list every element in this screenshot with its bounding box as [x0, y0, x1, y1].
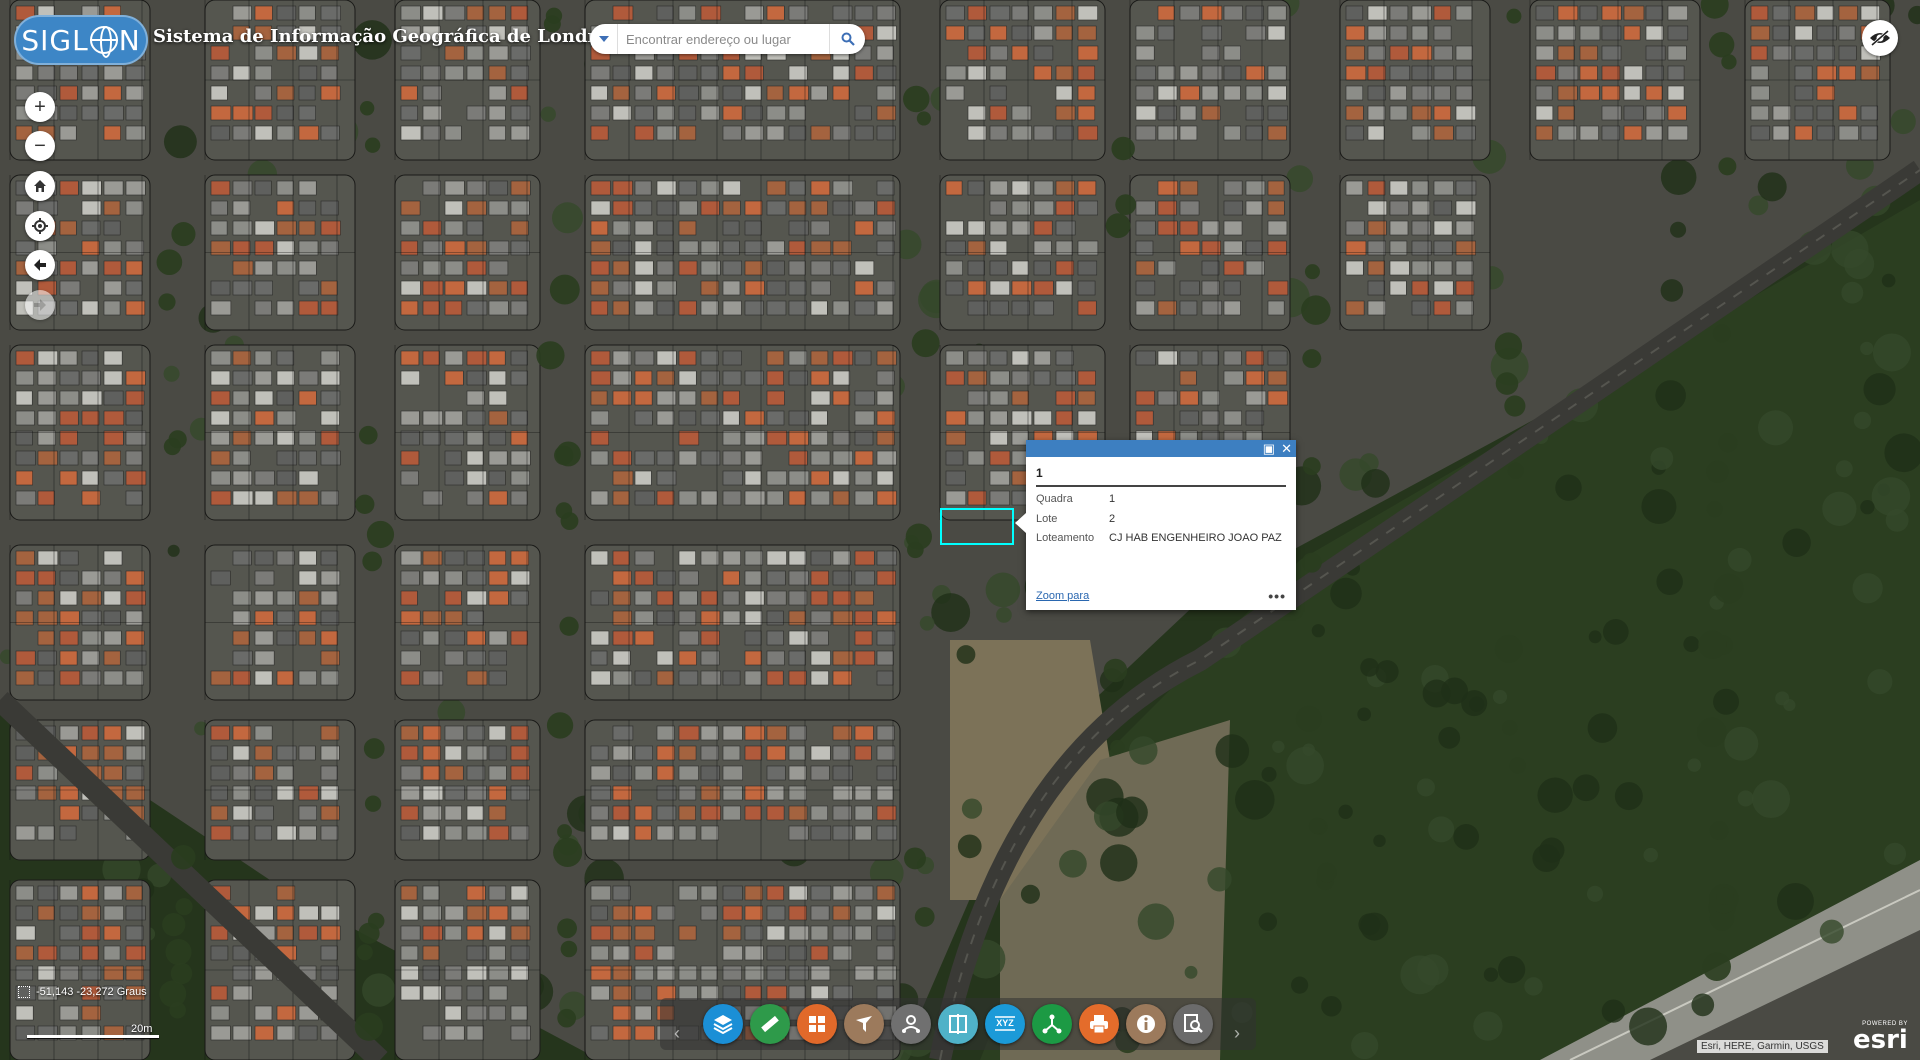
- basemap-gallery-tool[interactable]: [797, 1004, 837, 1044]
- attribute-label: Loteamento: [1036, 532, 1095, 545]
- arrow-left-icon: [34, 259, 46, 271]
- zoom-doc-icon: [1184, 1014, 1203, 1033]
- ruler-icon: [761, 1015, 779, 1033]
- attribute-value: 2: [1109, 512, 1116, 525]
- info-icon: [1137, 1015, 1155, 1033]
- toggle-visibility-button[interactable]: [1862, 20, 1898, 56]
- eye-slash-icon: [1870, 30, 1890, 46]
- maximize-icon[interactable]: ▣: [1263, 442, 1275, 455]
- zoom-in-button[interactable]: +: [25, 92, 55, 122]
- previous-extent-button[interactable]: [25, 250, 55, 280]
- siglon-logo: SIGL N: [14, 15, 148, 65]
- crosshair-icon[interactable]: [18, 986, 30, 998]
- attribute-label: Lote: [1036, 512, 1058, 525]
- coordinate-tool[interactable]: XYZ: [985, 1004, 1025, 1044]
- locate-icon: [32, 218, 48, 234]
- esri-logo: POWERED BY esri: [1853, 1021, 1908, 1053]
- filter-tool[interactable]: [844, 1004, 884, 1044]
- esri-wordmark: esri: [1853, 1025, 1908, 1055]
- toolbar-next-arrow[interactable]: ›: [1234, 1024, 1240, 1042]
- route-icon: [902, 1015, 920, 1033]
- globe-icon: [89, 26, 118, 58]
- popup-title: 1: [1036, 466, 1286, 487]
- app-title: Sistema de Informação Geográfica de Lond…: [153, 26, 629, 47]
- search-input[interactable]: [618, 26, 829, 52]
- toolbar-prev-arrow[interactable]: ‹: [674, 1024, 680, 1042]
- popup-header: ▣ ✕: [1026, 440, 1296, 457]
- caret-down-icon: [598, 36, 609, 42]
- search-box: [590, 24, 865, 54]
- popup-pointer: [1015, 513, 1026, 533]
- print-icon: [1090, 1015, 1108, 1034]
- share-tool[interactable]: [1032, 1004, 1072, 1044]
- attribute-row: Quadra 1: [1036, 493, 1286, 506]
- directions-tool[interactable]: [891, 1004, 931, 1044]
- query-tool[interactable]: [1173, 1004, 1213, 1044]
- swipe-icon: [949, 1014, 967, 1034]
- popup-attributes: Quadra 1 Lote 2 Loteamento CJ HAB ENGENH…: [1036, 493, 1286, 545]
- coordinate-text: -51,143 -23,272 Graus: [36, 986, 147, 998]
- search-button[interactable]: [829, 24, 865, 54]
- close-icon[interactable]: ✕: [1281, 442, 1292, 455]
- home-button[interactable]: [25, 171, 55, 201]
- share-icon: [1042, 1014, 1062, 1034]
- zoom-out-button[interactable]: −: [25, 131, 55, 161]
- about-tool[interactable]: [1126, 1004, 1166, 1044]
- scale-bar-line: [27, 1035, 159, 1038]
- attribute-value: CJ HAB ENGENHEIRO JOAO PAZ: [1109, 532, 1282, 545]
- coordinate-display: -51,143 -23,272 Graus: [18, 986, 147, 998]
- grid-icon: [809, 1016, 825, 1032]
- home-icon: [34, 180, 46, 192]
- selected-parcel-highlight: [940, 508, 1014, 545]
- attribute-value: 1: [1109, 493, 1116, 505]
- layers-tool[interactable]: [703, 1004, 743, 1044]
- search-icon: [841, 32, 855, 46]
- scale-bar: 20m: [27, 1023, 159, 1038]
- search-source-dropdown[interactable]: [590, 24, 618, 54]
- attribute-row: Lote 2: [1036, 513, 1286, 526]
- arrow-right-icon: [34, 299, 46, 311]
- swipe-tool[interactable]: [938, 1004, 978, 1044]
- map-attribution: Esri, HERE, Garmin, USGS: [1697, 1040, 1828, 1053]
- attribute-label: Quadra: [1036, 493, 1073, 505]
- measure-tool[interactable]: [750, 1004, 790, 1044]
- scale-bar-label: 20m: [131, 1023, 153, 1035]
- zoom-to-link[interactable]: Zoom para: [1036, 590, 1089, 602]
- xyz-label: XYZ: [996, 1018, 1014, 1028]
- filter-icon: [856, 1016, 872, 1032]
- locate-button[interactable]: [25, 211, 55, 241]
- popup-footer: Zoom para •••: [1036, 588, 1286, 604]
- next-extent-button[interactable]: [25, 290, 55, 320]
- feature-popup: ▣ ✕ 1 Quadra 1 Lote 2 Loteamento CJ HAB …: [1015, 440, 1296, 610]
- layers-icon: [713, 1015, 733, 1035]
- print-tool[interactable]: [1079, 1004, 1119, 1044]
- attribute-row: Loteamento CJ HAB ENGENHEIRO JOAO PAZ: [1036, 532, 1286, 545]
- xyz-icon: XYZ: [995, 1016, 1015, 1031]
- more-actions-button[interactable]: •••: [1268, 588, 1286, 604]
